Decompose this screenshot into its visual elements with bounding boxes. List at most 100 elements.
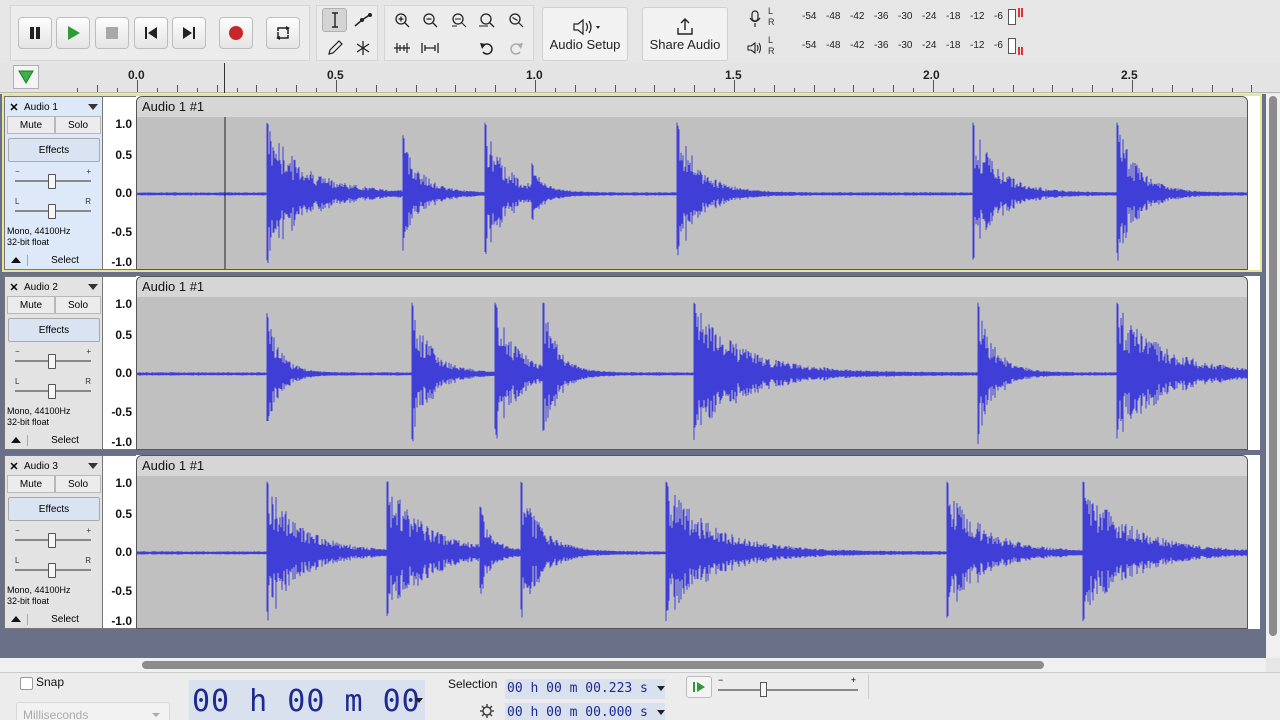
pan-slider[interactable]: L R xyxy=(15,197,91,219)
selection-start-field[interactable]: 00 h 00 m 00.223 s xyxy=(505,679,665,699)
undo-button[interactable] xyxy=(474,36,499,60)
close-track-icon[interactable]: ✕ xyxy=(7,460,21,473)
pan-slider-thumb[interactable] xyxy=(48,204,56,219)
gain-slider[interactable]: − + xyxy=(15,526,91,548)
pan-slider[interactable]: L R xyxy=(15,556,91,578)
play-at-speed-button[interactable] xyxy=(686,676,712,698)
play-button[interactable] xyxy=(56,17,90,49)
track-control-panel[interactable]: ✕ Audio 1 Mute Solo Effects − + L R Mono… xyxy=(4,96,103,270)
amplitude-scale[interactable]: 1.0 0.5 0.0 -0.5 -1.0 xyxy=(103,276,136,450)
vertical-scrollbar[interactable] xyxy=(1266,94,1280,658)
effects-button[interactable]: Effects xyxy=(8,497,100,521)
skip-to-start-button[interactable] xyxy=(134,17,168,49)
ruler-label: 2.5 xyxy=(1121,68,1138,82)
record-meter-button[interactable] xyxy=(742,7,767,31)
close-track-icon[interactable]: ✕ xyxy=(7,281,21,294)
track-select-bar[interactable]: Select xyxy=(7,611,102,627)
clip-title[interactable]: Audio 1 #1 xyxy=(137,97,1247,117)
selection-end-field[interactable]: 00 h 00 m 00.000 s xyxy=(505,703,665,720)
multi-tool-button[interactable] xyxy=(350,36,375,60)
gain-slider[interactable]: − + xyxy=(15,167,91,189)
sel-end-chevron-icon[interactable] xyxy=(657,710,665,716)
track-name-menu[interactable]: ✕ Audio 1 xyxy=(7,99,102,115)
silence-button[interactable] xyxy=(417,36,442,60)
gain-slider-thumb[interactable] xyxy=(48,533,56,548)
collapse-track-icon[interactable] xyxy=(11,257,21,263)
track-name-menu[interactable]: ✕ Audio 3 xyxy=(7,458,102,474)
track-select-bar[interactable]: Select xyxy=(7,432,102,448)
playback-meter[interactable]: LR -54 -48 -42 -36 -30 -24 -18 -12 -6 xyxy=(768,35,1023,57)
skip-to-end-button[interactable] xyxy=(172,17,206,49)
playback-speed-slider[interactable]: − + xyxy=(716,675,860,698)
selection-tool-button[interactable] xyxy=(322,8,347,32)
share-audio-button[interactable]: Share Audio xyxy=(642,7,728,61)
zoom-in-button[interactable] xyxy=(389,8,414,32)
gain-slider[interactable]: − + xyxy=(15,347,91,369)
track-1[interactable]: ✕ Audio 1 Mute Solo Effects − + L R Mono… xyxy=(2,94,1262,272)
ruler-label: 0.5 xyxy=(327,68,344,82)
stop-button[interactable] xyxy=(95,17,129,49)
track-select-bar[interactable]: Select xyxy=(7,252,102,268)
mute-button[interactable]: Mute xyxy=(7,116,55,134)
audio-clip[interactable]: Audio 1 #1 xyxy=(136,455,1248,629)
playback-speed-thumb[interactable] xyxy=(760,682,767,697)
zoom-out-button[interactable] xyxy=(417,8,442,32)
record-meter[interactable]: LR -54 -48 -42 -36 -30 -24 -18 -12 -6 xyxy=(768,6,1023,28)
clip-title[interactable]: Audio 1 #1 xyxy=(137,456,1247,476)
loop-button[interactable] xyxy=(266,17,300,49)
audio-setup-button[interactable]: Audio Setup xyxy=(542,7,628,61)
collapse-track-icon[interactable] xyxy=(11,437,21,443)
vertical-scrollbar-thumb[interactable] xyxy=(1269,96,1277,636)
sel-start-chevron-icon[interactable] xyxy=(657,686,665,692)
solo-button[interactable]: Solo xyxy=(55,475,101,493)
track-control-panel[interactable]: ✕ Audio 3 Mute Solo Effects − + L R Mono… xyxy=(4,455,103,629)
clip-title[interactable]: Audio 1 #1 xyxy=(137,277,1247,297)
close-track-icon[interactable]: ✕ xyxy=(7,101,21,114)
fit-selection-button[interactable] xyxy=(446,8,471,32)
solo-button[interactable]: Solo xyxy=(55,296,101,314)
ruler-label: 0.0 xyxy=(128,68,145,82)
track-3[interactable]: ✕ Audio 3 Mute Solo Effects − + L R Mono… xyxy=(4,455,1260,629)
gain-slider-thumb[interactable] xyxy=(48,174,56,189)
collapse-track-icon[interactable] xyxy=(11,616,21,622)
track-2[interactable]: ✕ Audio 2 Mute Solo Effects − + L R Mono… xyxy=(4,276,1260,450)
mute-button[interactable]: Mute xyxy=(7,475,55,493)
solo-button[interactable]: Solo xyxy=(55,116,101,134)
envelope-tool-button[interactable] xyxy=(350,8,375,32)
pan-slider-thumb[interactable] xyxy=(48,563,56,578)
redo-button[interactable] xyxy=(503,36,528,60)
draw-tool-button[interactable] xyxy=(322,36,347,60)
amplitude-scale[interactable]: 1.0 0.5 0.0 -0.5 -1.0 xyxy=(103,455,136,629)
select-track-button[interactable]: Select xyxy=(27,254,102,266)
play-head-button[interactable] xyxy=(13,65,39,89)
audio-clip[interactable]: Audio 1 #1 xyxy=(136,96,1248,270)
gain-slider-thumb[interactable] xyxy=(48,354,56,369)
time-display[interactable]: 00 h 00 m 00 s xyxy=(189,680,425,720)
pan-slider[interactable]: L R xyxy=(15,377,91,399)
snap-unit-select[interactable]: Milliseconds xyxy=(16,702,170,720)
mute-button[interactable]: Mute xyxy=(7,296,55,314)
zoom-toggle-button[interactable] xyxy=(503,8,528,32)
amplitude-scale[interactable]: 1.0 0.5 0.0 -0.5 -1.0 xyxy=(103,96,136,270)
record-button[interactable] xyxy=(219,17,253,49)
fit-project-button[interactable] xyxy=(474,8,499,32)
time-format-chevron-icon[interactable] xyxy=(415,698,423,704)
select-track-button[interactable]: Select xyxy=(27,613,102,625)
effects-button[interactable]: Effects xyxy=(8,138,100,162)
effects-button[interactable]: Effects xyxy=(8,318,100,342)
trim-outside-button[interactable] xyxy=(389,36,414,60)
track-name-menu[interactable]: ✕ Audio 2 xyxy=(7,279,102,295)
timeline-ruler[interactable]: 0.0 0.5 1.0 1.5 2.0 2.5 xyxy=(0,63,1280,93)
audio-clip[interactable]: Audio 1 #1 xyxy=(136,276,1248,450)
gear-icon[interactable] xyxy=(479,703,495,719)
horizontal-scrollbar-thumb[interactable] xyxy=(142,661,1044,669)
select-track-button[interactable]: Select xyxy=(27,434,102,446)
pause-button[interactable] xyxy=(18,17,52,49)
horizontal-scrollbar[interactable] xyxy=(0,658,1266,672)
snap-checkbox[interactable] xyxy=(20,677,33,690)
audio-setup-label: Audio Setup xyxy=(549,36,621,52)
track-control-panel[interactable]: ✕ Audio 2 Mute Solo Effects − + L R Mono… xyxy=(4,276,103,450)
playback-meter-button[interactable] xyxy=(742,36,767,60)
snap-unit-value: Milliseconds xyxy=(23,708,89,720)
pan-slider-thumb[interactable] xyxy=(48,384,56,399)
